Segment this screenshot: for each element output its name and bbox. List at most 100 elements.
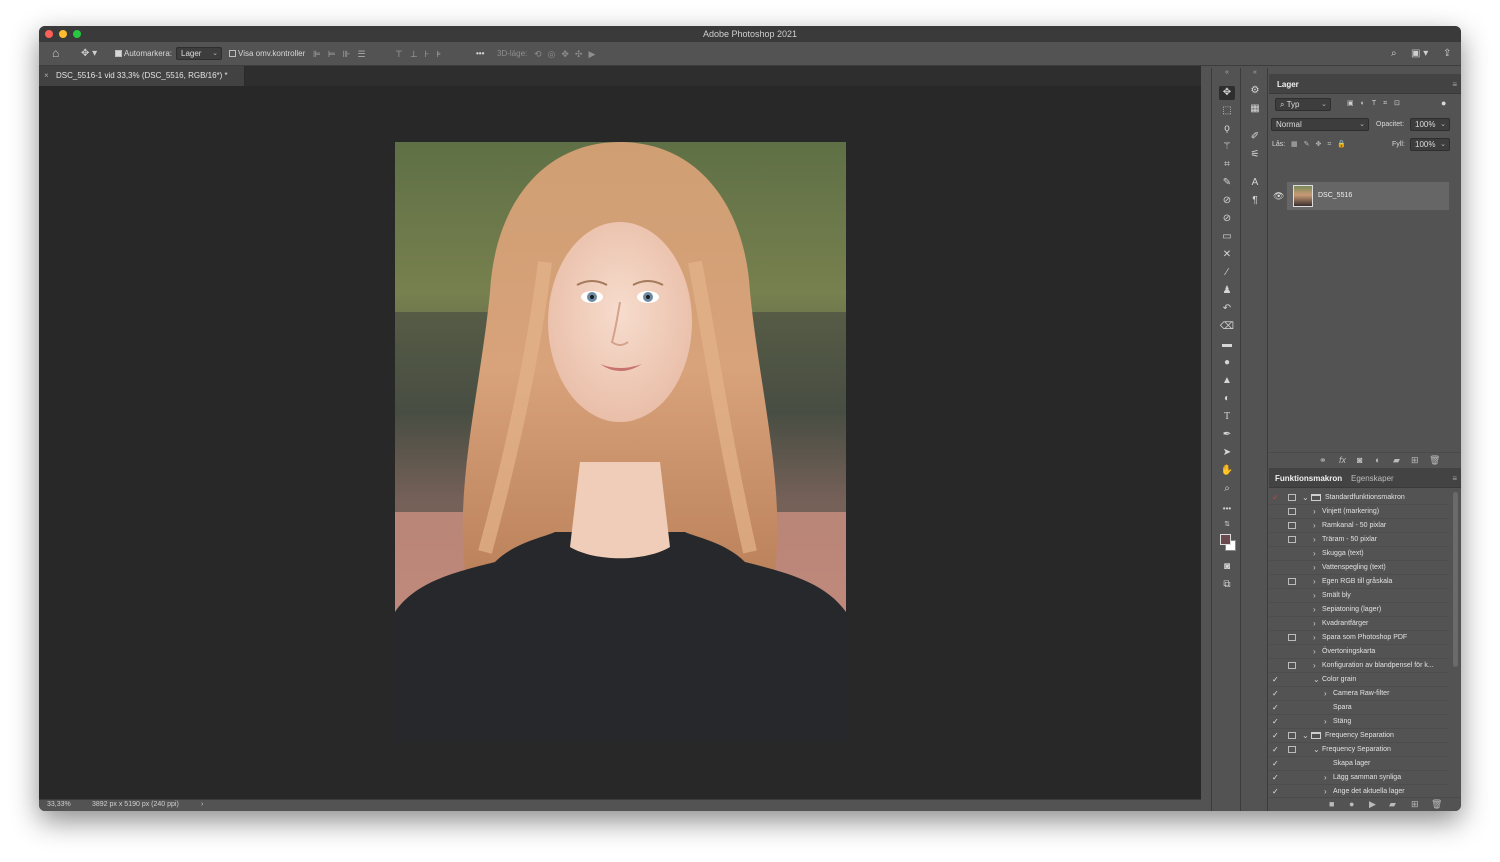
toggle-dialog-icon[interactable] (1288, 662, 1296, 669)
document-tab[interactable]: × DSC_5516-1 vid 33,3% (DSC_5516, RGB/16… (39, 66, 245, 86)
new-group-icon[interactable]: ▰ (1393, 455, 1400, 466)
chevron-right-icon[interactable]: › (1313, 549, 1316, 558)
action-row[interactable]: › Skugga (text) (1269, 547, 1449, 561)
auto-select-checkbox[interactable]: Automarkera: (115, 48, 172, 60)
home-icon[interactable]: ⌂ (52, 47, 59, 59)
toggle-item-check-icon[interactable]: ✓ (1272, 689, 1282, 698)
new-action-icon[interactable]: ⊞ (1411, 799, 1419, 810)
move-tool-icon[interactable]: ✥ (1219, 86, 1235, 100)
link-layers-icon[interactable]: ⚭ (1319, 455, 1327, 466)
chevron-right-icon[interactable]: › (1313, 605, 1316, 614)
distribute-icons[interactable]: ⊤⊥⊦⊧ (395, 48, 448, 60)
3d-panel-icon[interactable]: ⚙ (1248, 84, 1262, 98)
action-row[interactable]: › Spara som Photoshop PDF (1269, 631, 1449, 645)
action-set-row[interactable]: ✓ ⌄ Frequency Separation (1269, 729, 1449, 743)
healing-brush-tool-icon[interactable]: ⊘ (1219, 194, 1235, 208)
toggle-item-check-icon[interactable]: ✓ (1272, 717, 1282, 726)
auto-select-target-dropdown[interactable]: Lager ⌄ (176, 47, 222, 60)
paragraph-panel-icon[interactable]: ¶ (1248, 194, 1262, 208)
new-set-icon[interactable]: ▰ (1389, 799, 1396, 810)
chevron-right-icon[interactable]: › (1313, 521, 1316, 530)
share-icon[interactable]: ⇪ (1443, 48, 1451, 60)
toggle-item-check-icon[interactable]: ✓ (1272, 773, 1282, 782)
toggle-item-check-icon[interactable]: ✓ (1272, 675, 1282, 684)
toggle-dialog-icon[interactable] (1288, 536, 1296, 543)
action-row[interactable]: › Vattenspegling (text) (1269, 561, 1449, 575)
more-options-button[interactable]: ••• (476, 48, 484, 60)
chevron-right-icon[interactable]: › (201, 801, 203, 808)
collapse-icon[interactable]: « (1248, 69, 1262, 77)
action-row[interactable]: › Ramkanal - 50 pixlar (1269, 519, 1449, 533)
blend-mode-dropdown[interactable]: Normal ⌄ (1271, 118, 1369, 131)
clone-stamp-tool-icon[interactable]: ♟ (1219, 284, 1235, 298)
content-aware-move-tool-icon[interactable]: ✕ (1219, 248, 1235, 262)
workspace-icon[interactable]: ▣ ▾ (1411, 48, 1428, 60)
panel-menu-icon[interactable]: ≡ (1452, 474, 1457, 483)
eraser-tool-icon[interactable]: ⌫ (1219, 320, 1235, 334)
chevron-right-icon[interactable]: › (1313, 591, 1316, 600)
zoom-level[interactable]: 33,33% (47, 801, 71, 808)
chevron-right-icon[interactable]: › (1313, 563, 1316, 572)
adjustments-panel-icon[interactable]: ⚟ (1248, 148, 1262, 162)
screen-mode-icon[interactable]: ⧉ (1219, 578, 1235, 592)
action-row[interactable]: › Övertoningskarta (1269, 645, 1449, 659)
brush-tool-icon[interactable]: ∕ (1219, 266, 1235, 280)
chevron-right-icon[interactable]: › (1324, 787, 1327, 796)
hand-tool-icon[interactable]: ✋ (1219, 464, 1235, 478)
brush-settings-icon[interactable]: ✐ (1248, 130, 1262, 144)
action-row[interactable]: › Konfiguration av blandpensel för k... (1269, 659, 1449, 673)
toggle-item-check-icon[interactable]: ✓ (1272, 745, 1282, 754)
tab-properties[interactable]: Egenskaper (1351, 474, 1394, 483)
document-canvas[interactable] (39, 86, 1201, 799)
collapse-icon[interactable]: « (1219, 69, 1235, 77)
toggle-item-check-icon[interactable]: ✓ (1272, 787, 1282, 796)
actions-list[interactable]: ✓ ⌄ Standardfunktionsmakron › Vinjett (marke… (1269, 491, 1451, 797)
chevron-right-icon[interactable]: › (1313, 535, 1316, 544)
action-row[interactable]: › Smält bly (1269, 589, 1449, 603)
layer-row[interactable]: DSC_5516 (1287, 182, 1449, 210)
layer-visibility-eye-icon[interactable]: 👁 (1273, 191, 1284, 202)
chevron-right-icon[interactable]: › (1313, 577, 1316, 586)
type-tool-icon[interactable]: T (1219, 410, 1235, 424)
swap-colors-icon[interactable]: ⇅ (1219, 520, 1235, 529)
edit-toolbar-icon[interactable]: ••• (1219, 502, 1235, 516)
actions-scrollbar[interactable] (1453, 492, 1458, 667)
filter-type-icons[interactable]: ▣◐T⌗⊡ (1347, 99, 1407, 108)
adjustment-layer-icon[interactable]: ◐ (1375, 455, 1380, 465)
tab-layers[interactable]: Lager (1277, 80, 1299, 89)
action-row[interactable]: › Egen RGB till gråskala (1269, 575, 1449, 589)
dodge-tool-icon[interactable]: ◐ (1219, 392, 1235, 406)
path-selection-tool-icon[interactable]: ➤ (1219, 446, 1235, 460)
toggle-dialog-icon[interactable] (1288, 578, 1296, 585)
chevron-right-icon[interactable]: › (1313, 507, 1316, 516)
chevron-right-icon[interactable]: › (1324, 773, 1327, 782)
toggle-item-check-icon[interactable]: ✓ (1272, 493, 1282, 502)
action-row[interactable]: › Kvadrantfärger (1269, 617, 1449, 631)
tab-actions[interactable]: Funktionsmakron (1275, 474, 1342, 483)
action-step-row[interactable]: ✓ Skapa lager (1269, 757, 1449, 771)
close-tab-icon[interactable]: × (44, 71, 49, 80)
chevron-down-icon[interactable]: ⌄ (1302, 493, 1309, 502)
stop-icon[interactable]: ■ (1329, 799, 1334, 809)
character-panel-icon[interactable]: A (1248, 176, 1262, 190)
3d-mode-icons[interactable]: ⟲◎✥✣▶ (534, 48, 601, 60)
chevron-right-icon[interactable]: › (1313, 647, 1316, 656)
foreground-color-swatch[interactable] (1220, 534, 1231, 545)
marquee-tool-icon[interactable]: ⬚ (1219, 104, 1235, 118)
add-mask-icon[interactable]: ◙ (1357, 455, 1362, 465)
trash-icon[interactable]: 🗑 (1431, 799, 1442, 810)
move-tool-preset-icon[interactable]: ✥ ▾ (81, 48, 97, 60)
new-layer-icon[interactable]: ⊞ (1411, 455, 1419, 466)
action-row[interactable]: ✓ ⌄ Color grain (1269, 673, 1449, 687)
search-icon[interactable]: ⌕ (1391, 48, 1397, 60)
layer-filter-dropdown[interactable]: ⌕ Typ ⌄ (1275, 98, 1331, 111)
toggle-item-check-icon[interactable]: ✓ (1272, 703, 1282, 712)
show-transform-checkbox[interactable]: Visa omv.kontroller (229, 48, 305, 60)
gradient-tool-icon[interactable]: ▬ (1219, 338, 1235, 352)
frame-tool-icon[interactable]: ▭ (1219, 230, 1235, 244)
chevron-down-icon[interactable]: ⌄ (1313, 675, 1320, 684)
panel-menu-icon[interactable]: ≡ (1452, 80, 1457, 89)
action-step-row[interactable]: ✓ › Stäng (1269, 715, 1449, 729)
toggle-dialog-icon[interactable] (1288, 746, 1296, 753)
chevron-right-icon[interactable]: › (1313, 619, 1316, 628)
